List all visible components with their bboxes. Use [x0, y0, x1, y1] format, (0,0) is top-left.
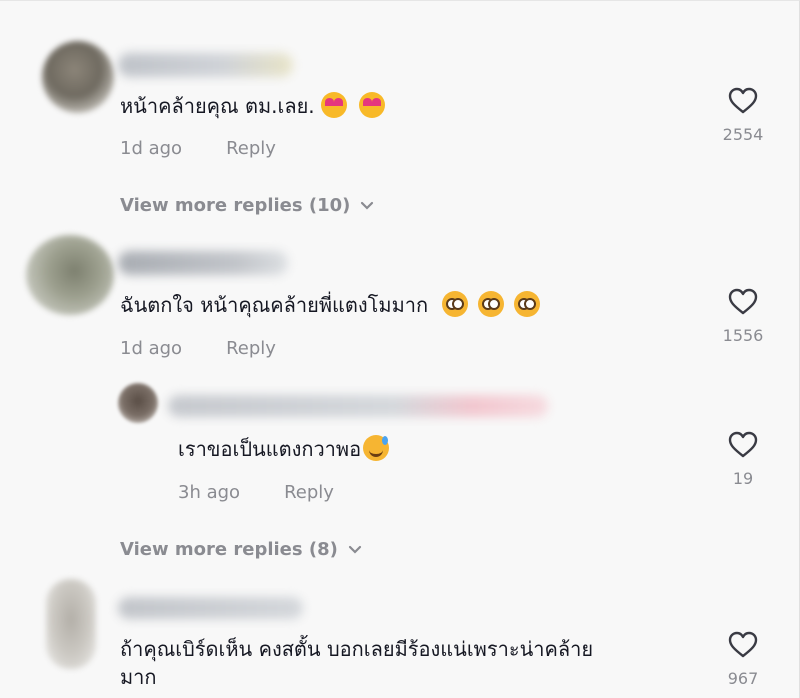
- comment-text-line-1: ถ้าคุณเบิร์ดเห็น คงสตั้น บอกเลยมีร้องแน่…: [120, 637, 594, 661]
- like-count: 2554: [722, 125, 764, 144]
- smiling-face-with-hearts-icon: [320, 92, 347, 118]
- username[interactable]: [118, 597, 303, 619]
- avatar[interactable]: [26, 235, 114, 315]
- comment-text: ถ้าคุณเบิร์ดเห็น คงสตั้น บอกเลยมีร้องแน่…: [120, 635, 700, 691]
- comment-text: ฉันตกใจ หน้าคุณคล้ายพี่แตงโมมาก: [120, 291, 541, 319]
- reply-button[interactable]: Reply: [226, 338, 276, 359]
- comment-time: 1d ago: [120, 138, 183, 159]
- avatar[interactable]: [118, 383, 158, 423]
- comment-time: 3h ago: [178, 482, 241, 503]
- grinning-face-with-sweat-icon: [363, 435, 390, 461]
- comment-time: 1d ago: [120, 338, 183, 359]
- username[interactable]: [168, 395, 548, 417]
- comment-meta: 1d ago Reply: [120, 138, 276, 159]
- avatar[interactable]: [46, 579, 96, 669]
- comment-text-line-2: มาก: [120, 665, 157, 689]
- comment-text-body: หน้าคล้ายคุณ ตม.เลย.: [120, 94, 315, 118]
- comment-meta: 3h ago Reply: [178, 482, 334, 503]
- comment-text: หน้าคล้ายคุณ ตม.เลย.: [120, 92, 385, 120]
- view-more-replies-button[interactable]: View more replies (10): [120, 195, 374, 216]
- username[interactable]: [118, 251, 288, 275]
- smiling-face-with-hearts-icon: [358, 92, 385, 118]
- heart-outline-icon: [728, 631, 758, 658]
- like-button[interactable]: 1556: [713, 288, 773, 345]
- comment-meta: 1d ago Reply: [120, 338, 276, 359]
- avatar[interactable]: [42, 41, 114, 113]
- like-count: 967: [727, 669, 759, 688]
- like-count: 1556: [722, 326, 764, 345]
- flushed-face-icon: [478, 291, 505, 317]
- reply-button[interactable]: Reply: [284, 482, 334, 503]
- heart-outline-icon: [728, 288, 758, 315]
- view-more-label: View more replies (8): [120, 539, 338, 560]
- chevron-down-icon: [348, 545, 361, 554]
- comments-panel: หน้าคล้ายคุณ ตม.เลย. 1d ago Reply 2554 V…: [0, 0, 800, 698]
- comment-text: เราขอเป็นแตงกวาพอ: [178, 435, 390, 463]
- like-button[interactable]: 967: [713, 631, 773, 688]
- view-more-label: View more replies (10): [120, 195, 351, 216]
- flushed-face-icon: [442, 291, 469, 317]
- username[interactable]: [118, 53, 293, 77]
- heart-outline-icon: [728, 87, 758, 114]
- comment-text-body: ฉันตกใจ หน้าคุณคล้ายพี่แตงโมมาก: [120, 293, 429, 317]
- like-button[interactable]: 2554: [713, 87, 773, 144]
- like-count: 19: [732, 469, 754, 488]
- view-more-replies-button[interactable]: View more replies (8): [120, 539, 362, 560]
- flushed-face-icon: [514, 291, 541, 317]
- reply-button[interactable]: Reply: [226, 138, 276, 159]
- like-button[interactable]: 19: [713, 431, 773, 488]
- heart-outline-icon: [728, 431, 758, 458]
- chevron-down-icon: [361, 201, 374, 210]
- comment-text-body: เราขอเป็นแตงกวาพอ: [178, 437, 362, 461]
